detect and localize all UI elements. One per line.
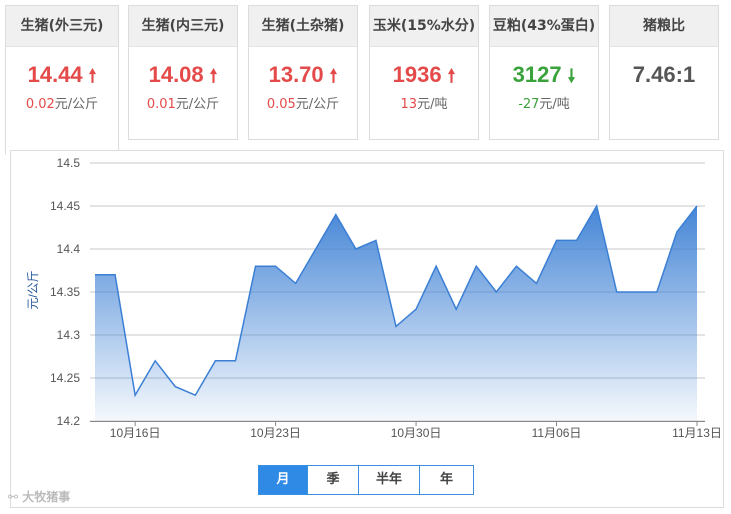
- data-point[interactable]: [395, 325, 398, 328]
- tab-month[interactable]: 月: [259, 466, 307, 494]
- data-point[interactable]: [415, 308, 418, 311]
- data-point[interactable]: [174, 385, 177, 388]
- y-tick-label: 14.3: [57, 328, 81, 342]
- y-tick-label: 14.45: [50, 199, 80, 213]
- data-point[interactable]: [134, 394, 137, 397]
- data-point[interactable]: [234, 359, 237, 362]
- data-point[interactable]: [374, 239, 377, 242]
- watermark-text: 大牧猪事: [22, 490, 71, 504]
- tab-half-year[interactable]: 半年: [358, 466, 419, 494]
- data-point[interactable]: [214, 359, 217, 362]
- data-point[interactable]: [675, 230, 678, 233]
- tab-year[interactable]: 年: [419, 466, 473, 494]
- data-point[interactable]: [555, 239, 558, 242]
- y-tick-label: 14.25: [50, 371, 80, 385]
- y-tick-label: 14.35: [50, 285, 80, 299]
- data-point[interactable]: [314, 248, 317, 251]
- data-point[interactable]: [354, 248, 357, 251]
- data-point[interactable]: [94, 273, 97, 276]
- data-point[interactable]: [455, 308, 458, 311]
- x-tick-label: 10月23日: [250, 426, 301, 440]
- tab-quarter[interactable]: 季: [307, 466, 358, 494]
- period-tabs: 月 季 半年 年: [258, 465, 474, 495]
- data-point[interactable]: [114, 273, 117, 276]
- data-point[interactable]: [696, 205, 699, 208]
- watermark: ⚯ 大牧猪事: [8, 488, 70, 505]
- x-tick-label: 11月06日: [532, 426, 582, 440]
- data-point[interactable]: [194, 394, 197, 397]
- data-point[interactable]: [254, 265, 257, 268]
- data-point[interactable]: [615, 291, 618, 294]
- data-point[interactable]: [435, 265, 438, 268]
- y-tick-label: 14.4: [57, 242, 81, 256]
- x-tick-label: 10月16日: [110, 426, 161, 440]
- y-tick-label: 14.2: [57, 414, 81, 428]
- data-point[interactable]: [515, 265, 518, 268]
- data-point[interactable]: [154, 359, 157, 362]
- x-tick-label: 10月30日: [391, 426, 442, 440]
- data-point[interactable]: [595, 205, 598, 208]
- y-tick-label: 14.5: [57, 156, 81, 170]
- data-point[interactable]: [635, 291, 638, 294]
- data-point[interactable]: [655, 291, 658, 294]
- data-point[interactable]: [535, 282, 538, 285]
- y-axis-label: 元/公斤: [26, 270, 40, 309]
- wechat-icon: ⚯: [8, 490, 23, 504]
- data-point[interactable]: [475, 265, 478, 268]
- area-fill: [95, 206, 697, 421]
- data-point[interactable]: [274, 265, 277, 268]
- price-line-chart: 14.2 14.25 14.3 14.35 14.4 14.45 14.5 10月16日 10月…: [26, 156, 722, 440]
- data-point[interactable]: [294, 282, 297, 285]
- x-tick-label: 11月13日: [672, 426, 722, 440]
- data-point[interactable]: [334, 213, 337, 216]
- data-point[interactable]: [495, 291, 498, 294]
- data-point[interactable]: [575, 239, 578, 242]
